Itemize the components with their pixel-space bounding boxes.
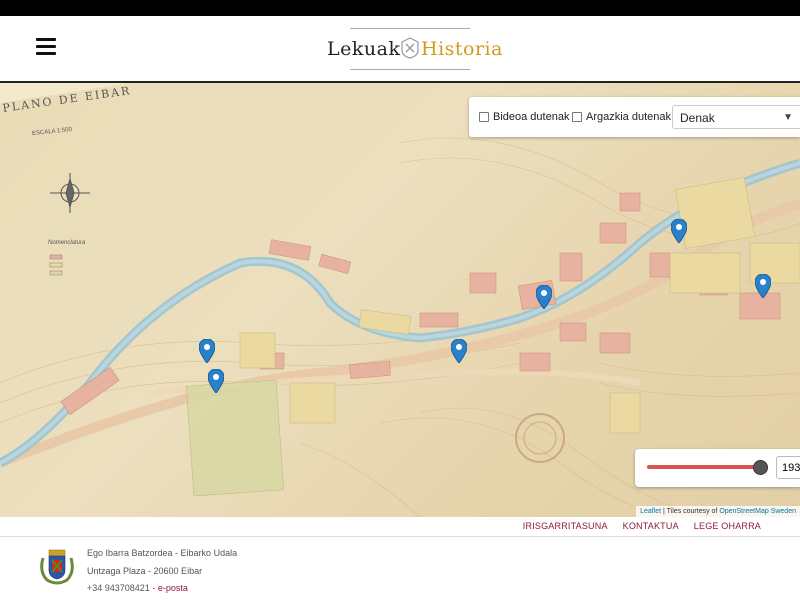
footer-phone: +34 943708421 -	[87, 583, 158, 593]
map-marker[interactable]	[199, 339, 215, 363]
leaflet-link[interactable]: Leaflet	[640, 508, 661, 515]
plan-legend-title: Nomenclatura	[48, 240, 86, 246]
attribution-text: | Tiles courtesy of	[661, 508, 720, 515]
map-filter-panel: Bideoa dutenak Argazkia dutenak Denak ▼	[469, 97, 800, 137]
category-select[interactable]: Denak ▼	[672, 105, 800, 129]
map-marker[interactable]	[671, 219, 687, 243]
chevron-down-icon: ▼	[783, 112, 793, 123]
video-checkbox[interactable]	[479, 112, 489, 122]
footer-link-accessibility[interactable]: IRISGARRITASUNA	[523, 521, 608, 531]
video-filter[interactable]: Bideoa dutenak	[479, 111, 569, 123]
footer-link-contact[interactable]: KONTAKTUA	[623, 521, 679, 531]
map-marker[interactable]	[208, 369, 224, 393]
map-marker[interactable]	[536, 285, 552, 309]
year-slider-track[interactable]	[647, 465, 763, 469]
photo-checkbox[interactable]	[572, 112, 582, 122]
logo-text-lekuak: Lekuak	[327, 38, 401, 60]
map-marker[interactable]	[755, 274, 771, 298]
footer-email-link[interactable]: e-posta	[158, 583, 188, 593]
category-select-value: Denak	[680, 111, 715, 125]
footer-address: Untzaga Plaza - 20600 Eibar	[87, 566, 203, 576]
footer-contact: +34 943708421 - e-posta	[87, 583, 188, 593]
logo-text-historia: Historia	[421, 38, 503, 60]
hamburger-icon[interactable]	[36, 38, 56, 56]
video-filter-label: Bideoa dutenak	[493, 111, 570, 123]
year-slider-thumb[interactable]	[753, 460, 768, 475]
map-attribution: Leaflet | Tiles courtesy of OpenStreetMa…	[636, 506, 800, 517]
site-header: Lekuak Historia	[0, 16, 800, 83]
photo-filter-label: Argazkia dutenak	[586, 111, 671, 123]
footer-divider	[0, 536, 800, 537]
photo-filter[interactable]: Argazkia dutenak	[572, 111, 671, 123]
year-slider-panel: 1935	[635, 449, 800, 487]
map-marker[interactable]	[451, 339, 467, 363]
footer-links: IRISGARRITASUNA KONTAKTUA LEGE OHARRA	[523, 521, 761, 531]
osm-link[interactable]: OpenStreetMap Sweden	[719, 508, 796, 515]
footer-link-legal[interactable]: LEGE OHARRA	[694, 521, 761, 531]
site-logo[interactable]: Lekuak Historia	[325, 28, 503, 70]
eibar-crest-icon	[40, 549, 74, 585]
compass-rose-icon	[50, 173, 90, 213]
logo-emblem-icon	[401, 37, 419, 59]
year-input[interactable]: 1935	[776, 456, 800, 479]
footer-org: Ego Ibarra Batzordea - Eibarko Udala	[87, 548, 238, 558]
browser-top-bar	[0, 0, 800, 16]
